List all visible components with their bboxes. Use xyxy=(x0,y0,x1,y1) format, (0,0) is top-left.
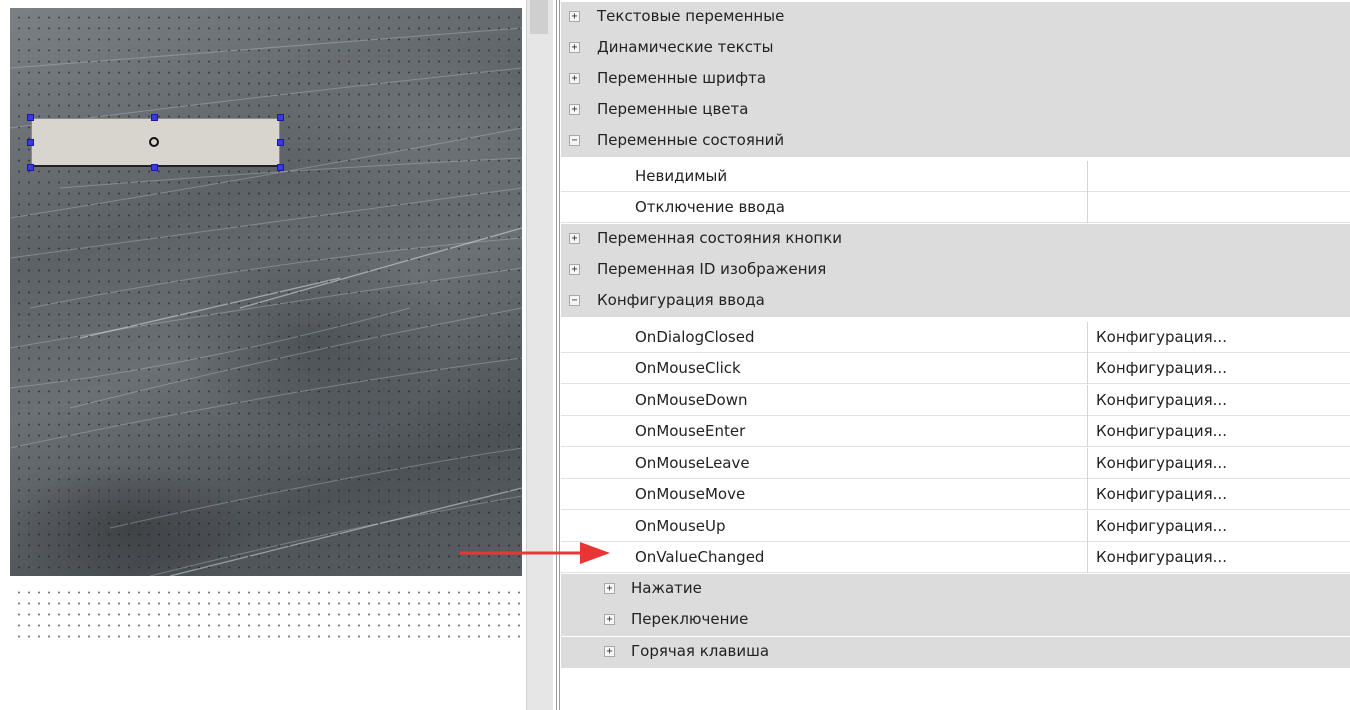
column-divider xyxy=(1087,479,1088,510)
property-name: OnMouseMove xyxy=(635,485,746,503)
property-name: Отключение ввода xyxy=(635,198,785,216)
column-divider xyxy=(1087,385,1088,416)
splitter-thumb[interactable] xyxy=(530,0,548,34)
plus-box-icon[interactable]: + xyxy=(604,646,615,657)
property-row-on-mouse-enter[interactable]: OnMouseEnter Конфигурация... xyxy=(561,416,1350,447)
category-row-state-variables[interactable]: − Переменные состояний xyxy=(561,126,1350,157)
property-name: OnMouseUp xyxy=(635,517,726,535)
column-divider xyxy=(1087,511,1088,542)
selection-handle-bottom-left[interactable] xyxy=(27,164,34,171)
category-label: Переменные состояний xyxy=(597,131,785,149)
plus-box-icon[interactable]: + xyxy=(569,264,580,275)
plus-box-icon[interactable]: + xyxy=(569,104,580,115)
category-label: Динамические тексты xyxy=(597,38,774,56)
selection-handle-top-right[interactable] xyxy=(277,114,284,121)
category-row-text-variables[interactable]: + Текстовые переменные xyxy=(561,2,1350,33)
plus-box-icon[interactable]: + xyxy=(569,42,580,53)
configure-link[interactable]: Конфигурация... xyxy=(1096,359,1227,377)
column-divider xyxy=(1087,192,1088,223)
splitter-line xyxy=(556,0,560,710)
configure-link[interactable]: Конфигурация... xyxy=(1096,391,1227,409)
property-name: OnMouseEnter xyxy=(635,422,746,440)
panel-splitter[interactable] xyxy=(526,0,553,710)
configure-link[interactable]: Конфигурация... xyxy=(1096,548,1227,566)
plus-box-icon[interactable]: + xyxy=(569,73,580,84)
selection-handle-top-middle[interactable] xyxy=(151,114,158,121)
property-row-on-mouse-up[interactable]: OnMouseUp Конфигурация... xyxy=(561,511,1350,542)
red-arrow-icon xyxy=(460,542,610,564)
category-row-input-configuration[interactable]: − Конфигурация ввода xyxy=(561,286,1350,317)
design-canvas[interactable] xyxy=(0,0,526,710)
grid-dots-area xyxy=(10,584,522,644)
category-label: Переключение xyxy=(631,610,749,628)
column-divider xyxy=(1087,322,1088,353)
property-name: OnValueChanged xyxy=(635,548,765,566)
plus-box-icon[interactable]: + xyxy=(604,614,615,625)
property-name: Невидимый xyxy=(635,167,728,185)
scratch-texture xyxy=(10,27,522,576)
minus-box-icon[interactable]: − xyxy=(569,295,580,306)
selection-handle-bottom-right[interactable] xyxy=(277,164,284,171)
category-row-font-variables[interactable]: + Переменные шрифта xyxy=(561,64,1350,95)
category-label: Переменные цвета xyxy=(597,100,749,118)
subcategory-row-hotkey[interactable]: + Горячая клавиша xyxy=(561,637,1350,668)
category-row-color-variables[interactable]: + Переменные цвета xyxy=(561,95,1350,126)
column-divider xyxy=(1087,161,1088,192)
property-row-input-disable[interactable]: Отключение ввода xyxy=(561,192,1350,223)
selection-handle-middle-right[interactable] xyxy=(277,139,284,146)
property-name: OnMouseLeave xyxy=(635,454,750,472)
column-divider xyxy=(1087,542,1088,573)
configure-link[interactable]: Конфигурация... xyxy=(1096,454,1227,472)
configure-link[interactable]: Конфигурация... xyxy=(1096,422,1227,440)
property-row-on-mouse-leave[interactable]: OnMouseLeave Конфигурация... xyxy=(561,448,1350,479)
plus-box-icon[interactable]: + xyxy=(569,11,580,22)
center-point-icon xyxy=(149,137,159,147)
selection-handle-top-left[interactable] xyxy=(27,114,34,121)
category-row-dynamic-texts[interactable]: + Динамические тексты xyxy=(561,33,1350,64)
brushed-metal-background-image xyxy=(10,8,522,576)
category-row-button-state-variable[interactable]: + Переменная состояния кнопки xyxy=(561,224,1350,255)
category-label: Переменная состояния кнопки xyxy=(597,229,843,247)
property-name: OnDialogClosed xyxy=(635,328,755,346)
subcategory-row-toggle[interactable]: + Переключение xyxy=(561,605,1350,636)
property-row-on-mouse-click[interactable]: OnMouseClick Конфигурация... xyxy=(561,353,1350,384)
plus-box-icon[interactable]: + xyxy=(569,233,580,244)
property-row-on-mouse-down[interactable]: OnMouseDown Конфигурация... xyxy=(561,385,1350,416)
configure-link[interactable]: Конфигурация... xyxy=(1096,517,1227,535)
category-label: Нажатие xyxy=(631,579,702,597)
category-row-image-id-variable[interactable]: + Переменная ID изображения xyxy=(561,255,1350,286)
property-row-on-value-changed[interactable]: OnValueChanged Конфигурация... xyxy=(561,542,1350,573)
property-row-invisible[interactable]: Невидимый xyxy=(561,161,1350,192)
category-label: Переменные шрифта xyxy=(597,69,767,87)
column-divider xyxy=(1087,448,1088,479)
plus-box-icon[interactable]: + xyxy=(604,583,615,594)
property-row-on-dialog-closed[interactable]: OnDialogClosed Конфигурация... xyxy=(561,322,1350,353)
selection-handle-bottom-middle[interactable] xyxy=(151,164,158,171)
configure-link[interactable]: Конфигурация... xyxy=(1096,485,1227,503)
column-divider xyxy=(1087,353,1088,384)
column-divider xyxy=(1087,416,1088,447)
property-grid: + Текстовые переменные + Динамические те… xyxy=(561,0,1350,710)
category-label: Текстовые переменные xyxy=(597,7,785,25)
configure-link[interactable]: Конфигурация... xyxy=(1096,328,1227,346)
property-name: OnMouseDown xyxy=(635,391,748,409)
minus-box-icon[interactable]: − xyxy=(569,135,580,146)
subcategory-row-press[interactable]: + Нажатие xyxy=(561,574,1350,605)
property-name: OnMouseClick xyxy=(635,359,741,377)
category-label: Конфигурация ввода xyxy=(597,291,765,309)
selection-handle-middle-left[interactable] xyxy=(27,139,34,146)
category-label: Переменная ID изображения xyxy=(597,260,827,278)
property-row-on-mouse-move[interactable]: OnMouseMove Конфигурация... xyxy=(561,479,1350,510)
category-label: Горячая клавиша xyxy=(631,642,770,660)
